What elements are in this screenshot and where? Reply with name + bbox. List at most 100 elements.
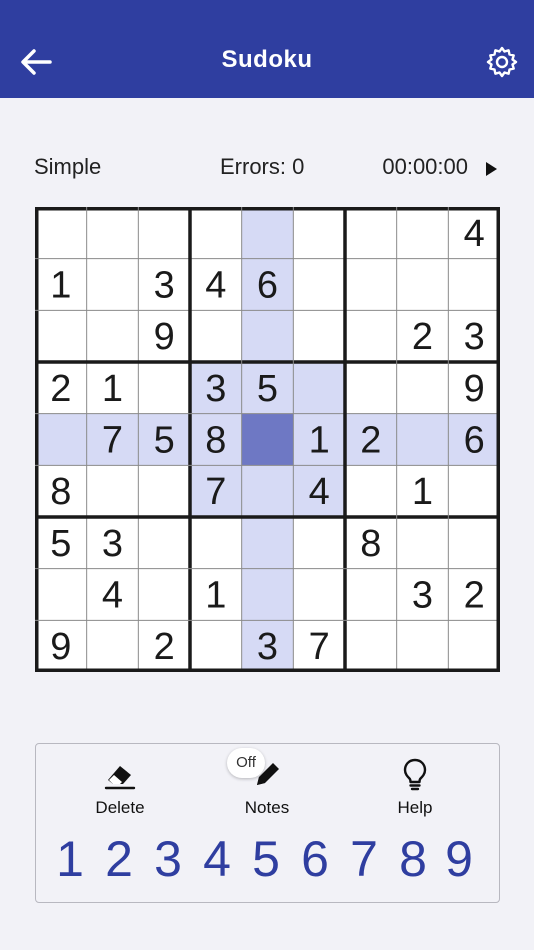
number-key-7[interactable]: 7: [340, 828, 388, 890]
game-status-bar: Simple Errors: 0 00:00:00: [34, 154, 500, 184]
cell-digit: 1: [412, 471, 433, 513]
board-cell-r8c7[interactable]: [345, 568, 397, 621]
cell-digit: 2: [360, 420, 381, 462]
board-cell-r1c3[interactable]: [138, 207, 190, 259]
cell-digit: 2: [464, 575, 485, 617]
help-button[interactable]: Help: [360, 756, 470, 822]
board-cell-r4c7[interactable]: [345, 362, 397, 414]
board-cell-r7c9[interactable]: [448, 517, 500, 569]
board-cell-r6c7[interactable]: [345, 465, 397, 517]
cell-digit: 1: [102, 368, 123, 410]
board-cell-r6c9[interactable]: [448, 465, 500, 517]
cell-digit: 3: [412, 575, 433, 617]
cell-digit: 8: [360, 523, 381, 565]
cell-digit: 5: [50, 523, 71, 565]
board-cell-r7c4[interactable]: [190, 517, 242, 569]
number-key-4[interactable]: 4: [193, 828, 241, 890]
play-icon[interactable]: [482, 159, 500, 179]
cell-digit: 1: [309, 420, 330, 462]
board-cell-r2c9[interactable]: [448, 258, 500, 311]
board-cell-r7c6[interactable]: [293, 517, 345, 569]
board-cell-r1c5[interactable]: [241, 207, 294, 259]
board-cell-r8c6[interactable]: [293, 568, 345, 621]
board-cell-r7c5[interactable]: [241, 517, 294, 569]
board-cell-r7c3[interactable]: [138, 517, 190, 569]
number-key-3[interactable]: 3: [144, 828, 192, 890]
notes-label: Notes: [244, 798, 290, 817]
board-cell-r1c7[interactable]: [345, 207, 397, 259]
board-cell-r6c5[interactable]: [241, 465, 294, 517]
cell-digit: 6: [257, 265, 278, 307]
lightbulb-icon: [403, 758, 427, 791]
board-cell-r1c2[interactable]: [86, 207, 139, 259]
board-cell-r3c4[interactable]: [190, 310, 242, 362]
number-key-1[interactable]: 1: [46, 828, 94, 890]
board-cell-r5c1[interactable]: [35, 413, 87, 466]
app-bar: Sudoku: [0, 0, 534, 98]
board-cell-r5c8[interactable]: [396, 413, 449, 466]
board-cell-r2c6[interactable]: [293, 258, 345, 311]
cell-digit: 5: [257, 368, 278, 410]
cell-digit: 9: [50, 626, 71, 668]
board-cell-r6c3[interactable]: [138, 465, 190, 517]
input-panel: Delete Notes Help 123456789: [35, 743, 500, 903]
number-key-8[interactable]: 8: [389, 828, 437, 890]
board-cell-r7c8[interactable]: [396, 517, 449, 569]
board-cell-r2c8[interactable]: [396, 258, 449, 311]
cell-digit: 3: [205, 368, 226, 410]
cell-digit: 6: [464, 420, 485, 462]
board-cell-r9c2[interactable]: [86, 620, 139, 672]
cell-digit: 7: [205, 471, 226, 513]
cell-digit: 7: [309, 626, 330, 668]
cell-digit: 1: [50, 265, 71, 307]
board-cell-r2c2[interactable]: [86, 258, 139, 311]
number-key-6[interactable]: 6: [291, 828, 339, 890]
board-cell-r9c7[interactable]: [345, 620, 397, 672]
board-cell-r8c3[interactable]: [138, 568, 190, 621]
cell-digit: 9: [464, 368, 485, 410]
board-cell-r4c3[interactable]: [138, 362, 190, 414]
board-cell-r9c9[interactable]: [448, 620, 500, 672]
board-cell-r9c8[interactable]: [396, 620, 449, 672]
cell-digit: 2: [50, 368, 71, 410]
board-cell-r8c1[interactable]: [35, 568, 87, 621]
cell-digit: 4: [102, 575, 123, 617]
help-label: Help: [397, 798, 433, 817]
board-cell-r3c6[interactable]: [293, 310, 345, 362]
cell-digit: 2: [154, 626, 175, 668]
board-cell-r1c6[interactable]: [293, 207, 345, 259]
board-cell-r3c5[interactable]: [241, 310, 294, 362]
board-cell-r4c8[interactable]: [396, 362, 449, 414]
board-cell-r4c6[interactable]: [293, 362, 345, 414]
board-cell-r1c8[interactable]: [396, 207, 449, 259]
difficulty-label: Simple: [34, 154, 102, 179]
board-cell-r6c2[interactable]: [86, 465, 139, 517]
page-title: Sudoku: [221, 46, 313, 73]
number-key-5[interactable]: 5: [242, 828, 290, 890]
cell-digit: 4: [464, 213, 485, 255]
sudoku-board: 4134692321359758126874153841329237: [35, 207, 500, 672]
timer-display: 00:00:00: [382, 154, 468, 179]
number-key-2[interactable]: 2: [95, 828, 143, 890]
board-cell-r3c7[interactable]: [345, 310, 397, 362]
board-cell-r1c4[interactable]: [190, 207, 242, 259]
board-cell-r5c5[interactable]: [241, 413, 294, 466]
cell-digit: 1: [205, 575, 226, 617]
board-cell-r3c2[interactable]: [86, 310, 139, 362]
eraser-icon: [104, 766, 136, 790]
number-key-9[interactable]: 9: [435, 828, 483, 890]
notes-state-badge: Off: [227, 748, 265, 778]
cell-digit: 9: [154, 316, 175, 358]
board-cell-r1c1[interactable]: [35, 207, 87, 259]
board-cell-r2c7[interactable]: [345, 258, 397, 311]
board-cell-r8c5[interactable]: [241, 568, 294, 621]
sudoku-grid: 41 3 4 69 2 32 1 3 5 97 5 8 1 2 68 7 4 15 3 84 1 3 29 2 3 7: [35, 207, 500, 672]
board-cell-r3c1[interactable]: [35, 310, 87, 362]
cell-digit: 3: [257, 626, 278, 668]
cell-digit: 5: [154, 420, 175, 462]
board-cell-r9c4[interactable]: [190, 620, 242, 672]
errors-counter: Errors: 0: [220, 154, 305, 179]
gear-icon[interactable]: [484, 44, 520, 80]
delete-button[interactable]: Delete: [65, 756, 175, 822]
cell-digit: 7: [102, 420, 123, 462]
